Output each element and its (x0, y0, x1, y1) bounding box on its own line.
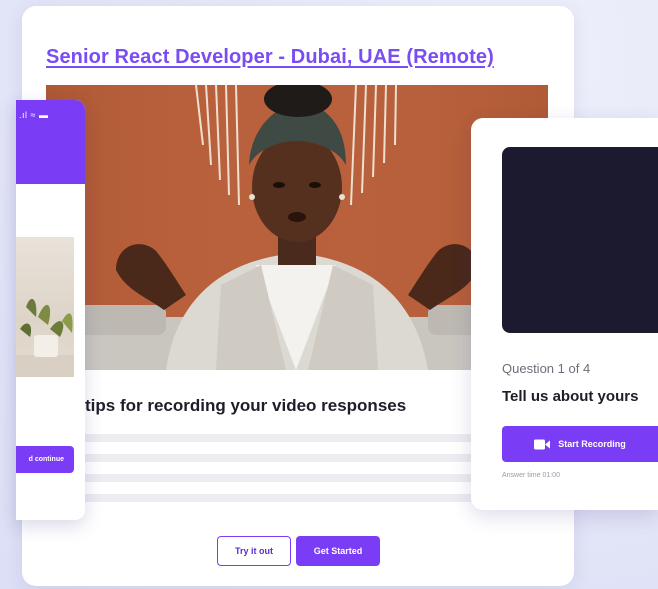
question-text: Tell us about yours (502, 388, 639, 405)
get-started-button[interactable]: Get Started (296, 536, 380, 566)
video-preview (502, 147, 658, 333)
mobile-preview-card: .ıl ≈ ▬ d continue (16, 100, 85, 520)
question-card: Question 1 of 4 Tell us about yours Star… (471, 118, 658, 510)
status-bar-icons: .ıl ≈ ▬ (19, 110, 49, 120)
question-counter: Question 1 of 4 (502, 361, 591, 376)
try-it-out-button[interactable]: Try it out (217, 536, 291, 566)
continue-button[interactable]: d continue (16, 446, 74, 473)
tips-heading: tips for recording your video responses (85, 396, 407, 415)
answer-time: Answer time 01:00 (502, 472, 560, 479)
start-recording-button[interactable]: Start Recording (502, 426, 658, 462)
job-title-link[interactable]: Senior React Developer - Dubai, UAE (Rem… (46, 46, 494, 69)
mobile-header: .ıl ≈ ▬ (16, 100, 85, 184)
plant-image (16, 237, 74, 377)
video-camera-icon (534, 439, 551, 450)
start-recording-label: Start Recording (558, 439, 626, 449)
